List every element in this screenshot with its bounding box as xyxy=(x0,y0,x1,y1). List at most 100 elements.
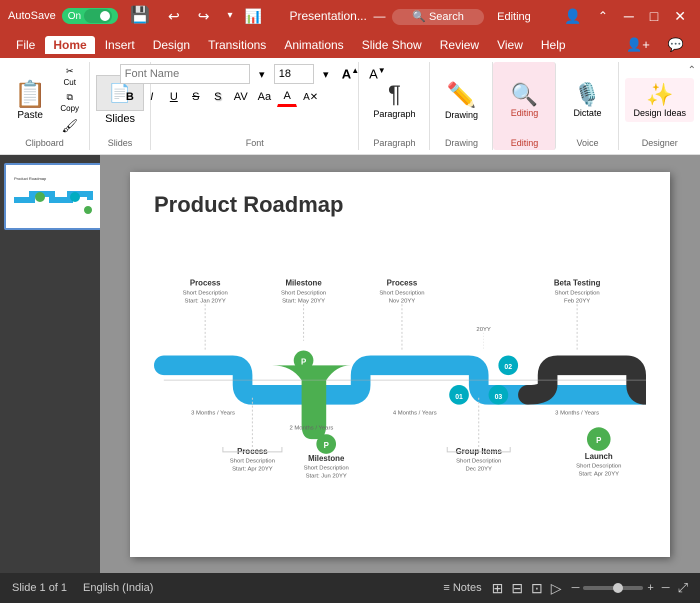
font-dropdown-btn[interactable]: ▾ xyxy=(252,64,272,84)
menu-file[interactable]: File xyxy=(8,36,43,54)
status-bar: Slide 1 of 1 English (India) ≡ Notes ⊞ ⊟… xyxy=(0,573,700,603)
notes-icon: ≡ xyxy=(443,582,449,594)
drawing-icon: ✏️ xyxy=(447,81,477,110)
font-color-btn[interactable]: A xyxy=(277,87,297,107)
zoom-out-btn[interactable]: ─ xyxy=(572,582,580,594)
search-box[interactable]: 🔍 Search xyxy=(392,9,484,25)
main-slide-area: Product Roadmap Process Short Descriptio… xyxy=(100,155,700,573)
account-button[interactable]: 👤 xyxy=(558,2,587,30)
font-row-2: B I U S S AV Aa A A✕ xyxy=(120,87,322,107)
svg-text:Start: Apr 20YY: Start: Apr 20YY xyxy=(232,466,273,472)
menu-home[interactable]: Home xyxy=(45,36,94,54)
chevron-up-icon: ⌃ xyxy=(688,65,696,76)
title-bar: AutoSave On 💾 ↩ ↪ ▾ 📊 Presentation... — … xyxy=(0,0,700,32)
menu-bar: File Home Insert Design Transitions Anim… xyxy=(0,32,700,58)
font-size-input[interactable] xyxy=(274,64,314,84)
slide-canvas[interactable]: Product Roadmap Process Short Descriptio… xyxy=(130,172,670,557)
title-bar-right: 👤 ⌃ ─ □ ✕ xyxy=(558,2,692,30)
dictate-button[interactable]: 🎙️ Dictate xyxy=(562,78,612,122)
design-ideas-label: Design Ideas xyxy=(633,108,686,118)
strikethrough-btn[interactable]: S xyxy=(186,87,206,107)
ribbon-toggle[interactable]: ⌃ xyxy=(592,2,614,30)
italic-btn[interactable]: I xyxy=(142,87,162,107)
autosave-toggle[interactable] xyxy=(84,9,112,23)
menu-view[interactable]: View xyxy=(489,36,531,54)
menu-comments[interactable]: 💬 xyxy=(660,35,692,55)
designer-label: Designer xyxy=(642,138,678,148)
svg-text:01: 01 xyxy=(455,393,463,400)
format-painter-button[interactable]: 🖌 xyxy=(56,116,83,136)
undo-button[interactable]: ↩ xyxy=(162,2,186,30)
fit-btn[interactable]: ⤢ xyxy=(678,580,688,596)
menu-design[interactable]: Design xyxy=(145,36,198,54)
clipboard-small-btns: ✂ Cut ⧉ Copy 🖌 xyxy=(56,64,83,136)
paragraph-label: Paragraph xyxy=(373,109,415,119)
dictate-label: Dictate xyxy=(573,108,601,118)
menu-transitions[interactable]: Transitions xyxy=(200,36,274,54)
roadmap-svg: Process Short Description Start: Jan 20Y… xyxy=(154,230,646,540)
minimize-button[interactable]: ─ xyxy=(618,2,640,30)
svg-text:Product Roadmap: Product Roadmap xyxy=(14,176,47,181)
zoom-percent: ─ xyxy=(662,582,670,594)
close-button[interactable]: ✕ xyxy=(668,2,692,30)
paste-button[interactable]: 📋 Paste xyxy=(6,75,54,125)
normal-view-btn[interactable]: ⊞ xyxy=(490,580,506,597)
slide-info: Slide 1 of 1 xyxy=(12,582,67,594)
char-spacing-btn[interactable]: AV xyxy=(230,87,252,107)
shadow-btn[interactable]: S xyxy=(208,87,228,107)
design-ideas-button[interactable]: ✨ Design Ideas xyxy=(625,78,694,122)
font-name-input[interactable] xyxy=(120,64,250,84)
cut-label: Cut xyxy=(63,78,75,87)
menu-help[interactable]: Help xyxy=(533,36,574,54)
bold-btn[interactable]: B xyxy=(120,87,140,107)
svg-text:Milestone: Milestone xyxy=(308,453,345,462)
zoom-in-btn[interactable]: + xyxy=(647,582,653,594)
roadmap-container: Process Short Description Start: Jan 20Y… xyxy=(154,230,646,540)
menu-review[interactable]: Review xyxy=(432,36,487,54)
zoom-thumb xyxy=(613,583,623,593)
autosave-badge[interactable]: On xyxy=(62,8,118,24)
redo-button[interactable]: ↪ xyxy=(192,2,216,30)
slideshow-view-btn[interactable]: ▷ xyxy=(549,580,564,597)
paragraph-button[interactable]: ¶ Paragraph xyxy=(365,77,423,123)
thumb-preview: Product Roadmap xyxy=(10,169,98,224)
svg-text:Short Description: Short Description xyxy=(576,463,621,469)
notes-label: Notes xyxy=(453,582,482,594)
copy-icon: ⧉ xyxy=(67,92,73,103)
svg-text:Short Description: Short Description xyxy=(183,290,228,296)
menu-share[interactable]: 👤+ xyxy=(618,35,658,55)
slide-1-thumbnail[interactable]: Product Roadmap xyxy=(4,163,100,230)
slide-title: Product Roadmap xyxy=(154,192,646,218)
save-button[interactable]: 💾 xyxy=(124,2,156,30)
underline-btn[interactable]: U xyxy=(164,87,184,107)
thumb-svg: Product Roadmap xyxy=(10,172,98,222)
dictate-icon: 🎙️ xyxy=(574,82,601,108)
quick-access-more[interactable]: ▾ xyxy=(221,2,238,30)
presentation-icon: 📊 xyxy=(244,8,261,25)
editing-button[interactable]: 🔍 Editing xyxy=(499,78,549,122)
change-case-btn[interactable]: Aa xyxy=(254,87,275,107)
svg-text:Start: Jun 20YY: Start: Jun 20YY xyxy=(306,473,347,479)
ribbon-group-drawing: ✏️ Drawing Drawing xyxy=(430,62,493,150)
paste-icon: 📋 xyxy=(14,79,46,110)
menu-insert[interactable]: Insert xyxy=(97,36,143,54)
language-info: English (India) xyxy=(83,582,153,594)
ribbon-group-editing: 🔍 Editing Editing xyxy=(493,62,556,150)
zoom-slider[interactable] xyxy=(583,586,643,590)
font-size-dropdown-btn[interactable]: ▾ xyxy=(316,64,336,84)
status-right: ≡ Notes ⊞ ⊟ ⊡ ▷ ─ + ─ ⤢ xyxy=(443,580,688,597)
menu-animations[interactable]: Animations xyxy=(276,36,351,54)
svg-text:Short Description: Short Description xyxy=(555,290,600,296)
menu-slideshow[interactable]: Slide Show xyxy=(354,36,430,54)
reading-view-btn[interactable]: ⊡ xyxy=(529,580,545,597)
editing-mode: Editing xyxy=(497,11,531,23)
cut-button[interactable]: ✂ Cut xyxy=(56,64,83,89)
grid-view-btn[interactable]: ⊟ xyxy=(509,580,525,597)
notes-button[interactable]: ≡ Notes xyxy=(443,582,481,594)
ribbon-collapse-btn[interactable]: ⌃ xyxy=(688,62,696,76)
maximize-button[interactable]: □ xyxy=(644,2,664,30)
drawing-button[interactable]: ✏️ Drawing xyxy=(436,77,486,124)
copy-button[interactable]: ⧉ Copy xyxy=(56,90,83,115)
paragraph-icon: ¶ xyxy=(388,81,401,109)
clear-format-btn[interactable]: A✕ xyxy=(299,87,322,107)
